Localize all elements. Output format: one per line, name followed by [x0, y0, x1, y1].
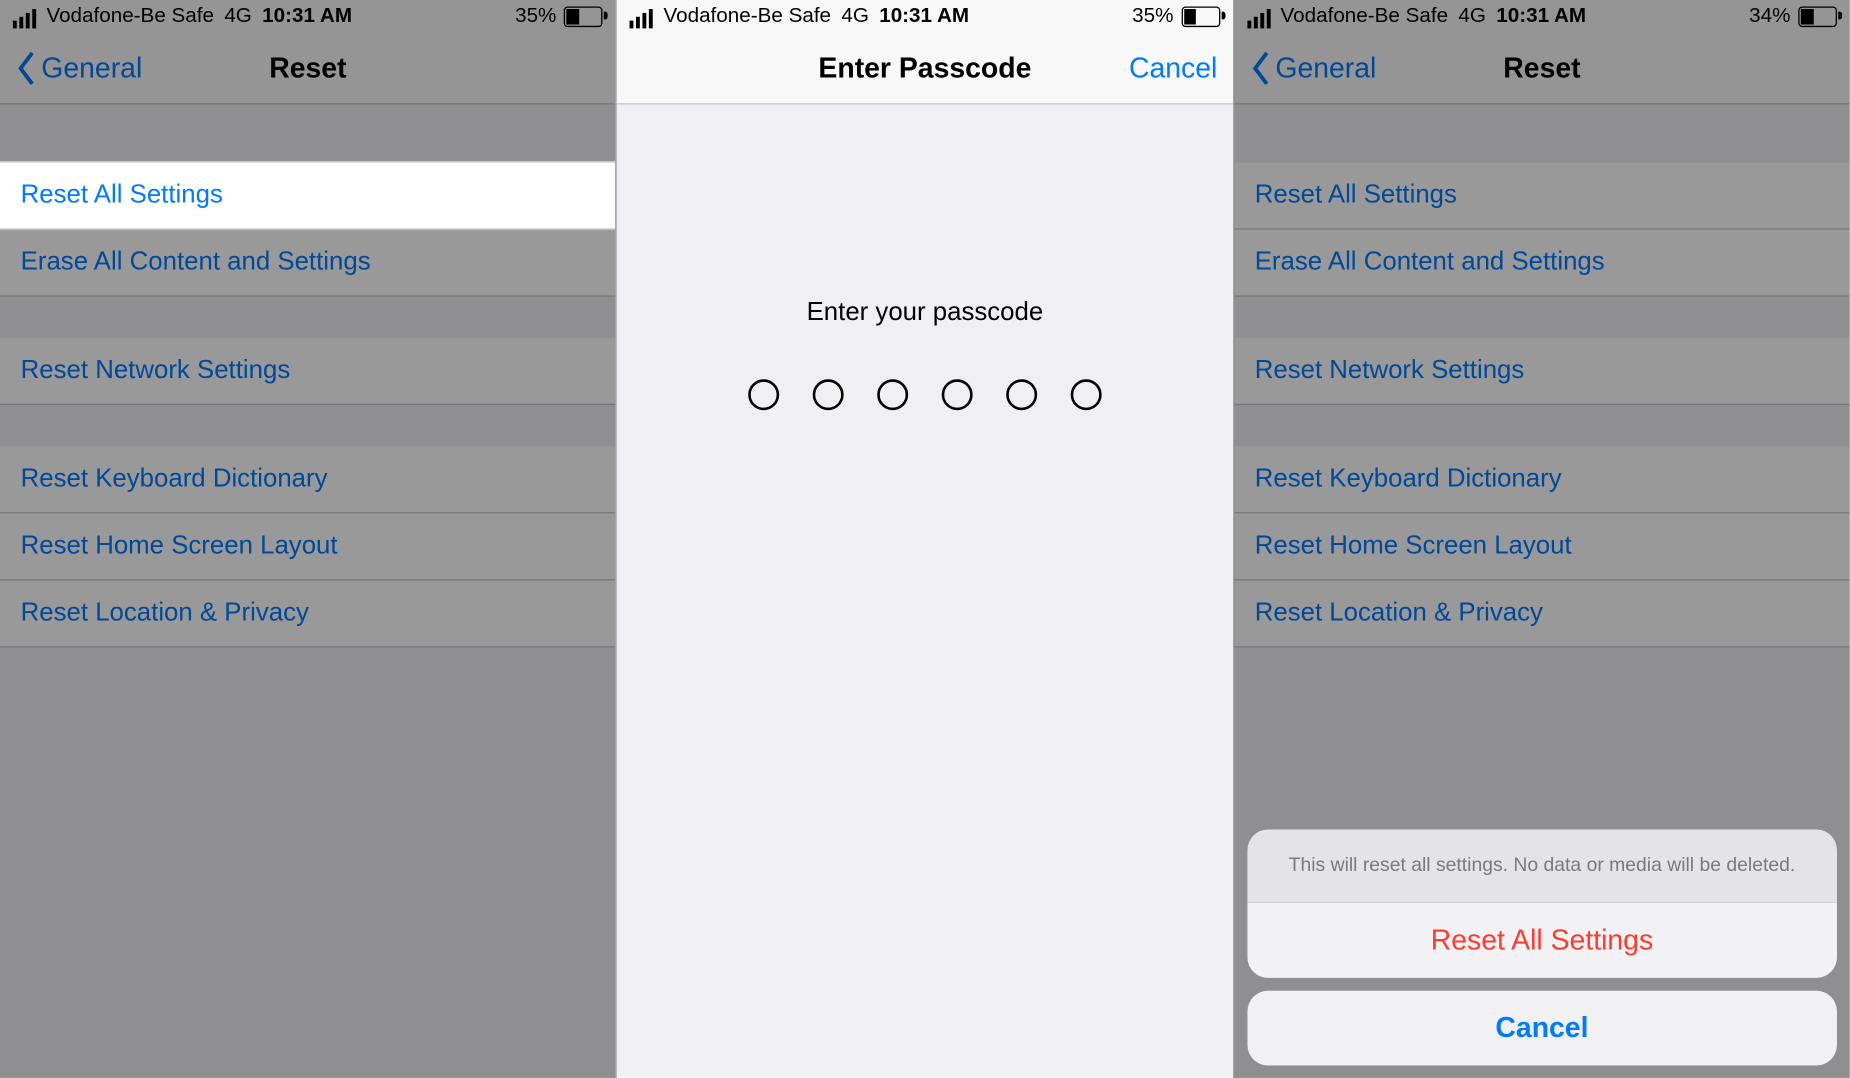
screenshot-action-sheet: Vodafone-Be Safe 4G 10:31 AM 34% General… [1233, 0, 1850, 1078]
passcode-body: Enter your passcode [617, 104, 1233, 1077]
action-sheet: This will reset all settings. No data or… [1247, 829, 1837, 1065]
passcode-dot-3[interactable] [877, 379, 908, 410]
action-sheet-cancel-button[interactable]: Cancel [1247, 991, 1837, 1066]
clock: 10:31 AM [879, 5, 969, 28]
passcode-dot-5[interactable] [1006, 379, 1037, 410]
screenshot-reset-list: Vodafone-Be Safe 4G 10:31 AM 35% General… [0, 0, 616, 1078]
battery-percent: 35% [1132, 5, 1173, 28]
passcode-prompt: Enter your passcode [807, 298, 1044, 328]
passcode-dot-2[interactable] [813, 379, 844, 410]
passcode-dot-1[interactable] [748, 379, 779, 410]
nav-bar: Enter Passcode Cancel [617, 34, 1233, 105]
screenshot-passcode: Vodafone-Be Safe 4G 10:31 AM 35% Enter P… [616, 0, 1233, 1078]
cancel-button[interactable]: Cancel [1129, 52, 1217, 86]
network-type: 4G [841, 5, 869, 28]
cellular-signal-icon [630, 5, 653, 28]
battery-icon [1181, 6, 1220, 27]
reset-all-settings-confirm-button[interactable]: Reset All Settings [1247, 903, 1837, 978]
page-title: Enter Passcode [818, 52, 1031, 86]
action-sheet-main: This will reset all settings. No data or… [1247, 829, 1837, 978]
battery-fill [1184, 9, 1197, 24]
passcode-dot-6[interactable] [1071, 379, 1102, 410]
carrier-label: Vodafone-Be Safe [663, 5, 831, 28]
passcode-dot-4[interactable] [942, 379, 973, 410]
passcode-dots [748, 379, 1101, 410]
reset-all-settings-itemital-highlight[interactable]: Reset All Settings [0, 161, 616, 229]
status-bar: Vodafone-Be Safe 4G 10:31 AM 35% [617, 0, 1233, 34]
action-sheet-message: This will reset all settings. No data or… [1247, 829, 1837, 903]
